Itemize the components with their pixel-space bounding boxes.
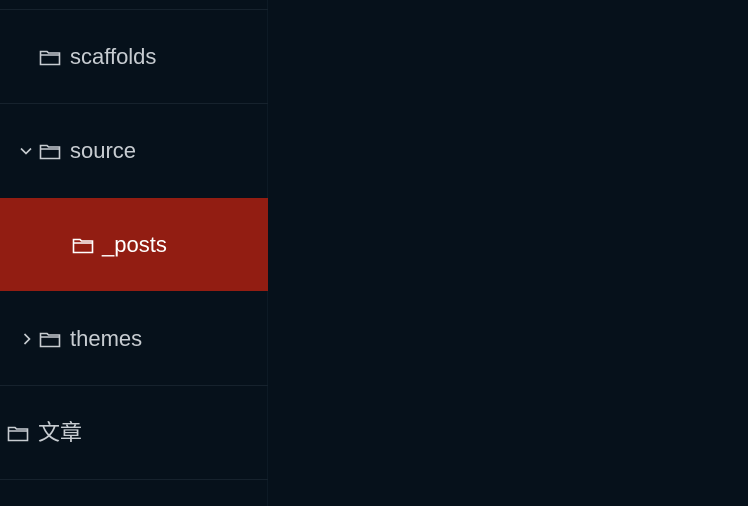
- tree-item-scaffolds[interactable]: scaffolds: [0, 10, 268, 103]
- chevron-down-icon[interactable]: [19, 144, 33, 158]
- tree-item-label: themes: [70, 325, 143, 351]
- tree-item-label: scaffolds: [70, 43, 157, 69]
- tree-item-posts[interactable]: _posts: [0, 198, 268, 291]
- tree-item-label: source: [70, 137, 137, 163]
- tree-item-articles[interactable]: 文章: [0, 386, 268, 479]
- tree-divider: [0, 479, 268, 480]
- main-content-area: [269, 0, 748, 506]
- tree-item-label: 文章: [38, 419, 83, 445]
- folder-icon: [72, 238, 94, 253]
- folder-icon: [39, 50, 61, 65]
- tree-item-themes[interactable]: themes: [0, 292, 268, 385]
- folder-icon: [39, 332, 61, 347]
- file-tree-sidebar: scaffolds source _posts themes 文章: [0, 0, 268, 506]
- chevron-right-icon[interactable]: [20, 332, 34, 346]
- folder-icon: [7, 426, 29, 441]
- tree-item-label: _posts: [102, 231, 167, 257]
- app-window: scaffolds source _posts themes 文章: [0, 0, 748, 506]
- folder-icon: [39, 144, 61, 159]
- tree-item-source[interactable]: source: [0, 104, 268, 197]
